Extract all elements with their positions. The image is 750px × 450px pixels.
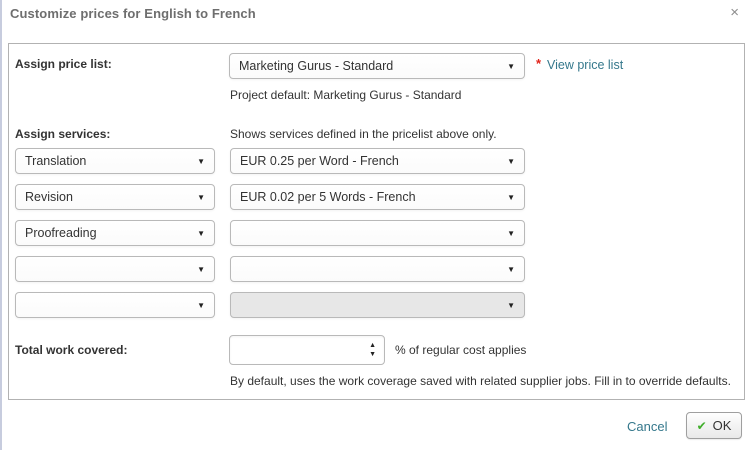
price-select-4[interactable]: ▼ [230,256,525,282]
dialog-left-edge [0,0,2,450]
chevron-down-icon: ▼ [197,193,205,202]
price-select-2-value: EUR 0.02 per 5 Words - French [240,190,501,204]
dialog-body: Assign price list: Marketing Gurus - Sta… [8,43,745,400]
service-select-2-value: Revision [25,190,191,204]
ok-button[interactable]: ✔ OK [686,412,742,439]
service-select-2[interactable]: Revision ▼ [15,184,215,210]
cancel-button[interactable]: Cancel [627,419,667,434]
service-select-3[interactable]: Proofreading ▼ [15,220,215,246]
chevron-down-icon: ▼ [197,157,205,166]
chevron-down-icon: ▼ [507,193,515,202]
work-covered-label: Total work covered: [15,343,127,357]
price-select-1[interactable]: EUR 0.25 per Word - French ▼ [230,148,525,174]
chevron-down-icon: ▼ [507,157,515,166]
price-select-5: ▼ [230,292,525,318]
price-list-label: Assign price list: [15,57,112,71]
chevron-down-icon: ▼ [197,229,205,238]
work-covered-spinner[interactable]: ▲ ▼ [229,335,385,365]
services-label: Assign services: [15,127,110,141]
chevron-down-icon: ▼ [197,265,205,274]
service-select-4[interactable]: ▼ [15,256,215,282]
service-select-1[interactable]: Translation ▼ [15,148,215,174]
work-covered-hint: By default, uses the work coverage saved… [230,374,731,388]
spinner-down-icon[interactable]: ▼ [369,351,376,358]
price-list-select[interactable]: Marketing Gurus - Standard ▼ [229,53,525,79]
close-icon[interactable]: × [730,5,739,20]
view-price-list-link[interactable]: View price list [547,58,623,72]
price-list-selected-value: Marketing Gurus - Standard [239,59,501,73]
spinner-up-icon[interactable]: ▲ [369,342,376,349]
work-covered-suffix: % of regular cost applies [395,343,526,357]
service-select-3-value: Proofreading [25,226,191,240]
work-covered-input[interactable] [232,336,369,364]
price-select-2[interactable]: EUR 0.02 per 5 Words - French ▼ [230,184,525,210]
dialog-title: Customize prices for English to French [10,6,256,21]
chevron-down-icon: ▼ [507,265,515,274]
project-default-text: Project default: Marketing Gurus - Stand… [230,88,461,102]
chevron-down-icon: ▼ [197,301,205,310]
chevron-down-icon: ▼ [507,301,515,310]
price-select-1-value: EUR 0.25 per Word - French [240,154,501,168]
services-hint: Shows services defined in the pricelist … [230,127,497,141]
service-select-1-value: Translation [25,154,191,168]
chevron-down-icon: ▼ [507,62,515,71]
service-select-5[interactable]: ▼ [15,292,215,318]
price-select-3[interactable]: ▼ [230,220,525,246]
check-icon: ✔ [697,420,707,432]
ok-button-label: OK [713,418,732,433]
required-asterisk: * [536,56,541,71]
chevron-down-icon: ▼ [507,229,515,238]
spinner-arrows[interactable]: ▲ ▼ [369,342,376,358]
